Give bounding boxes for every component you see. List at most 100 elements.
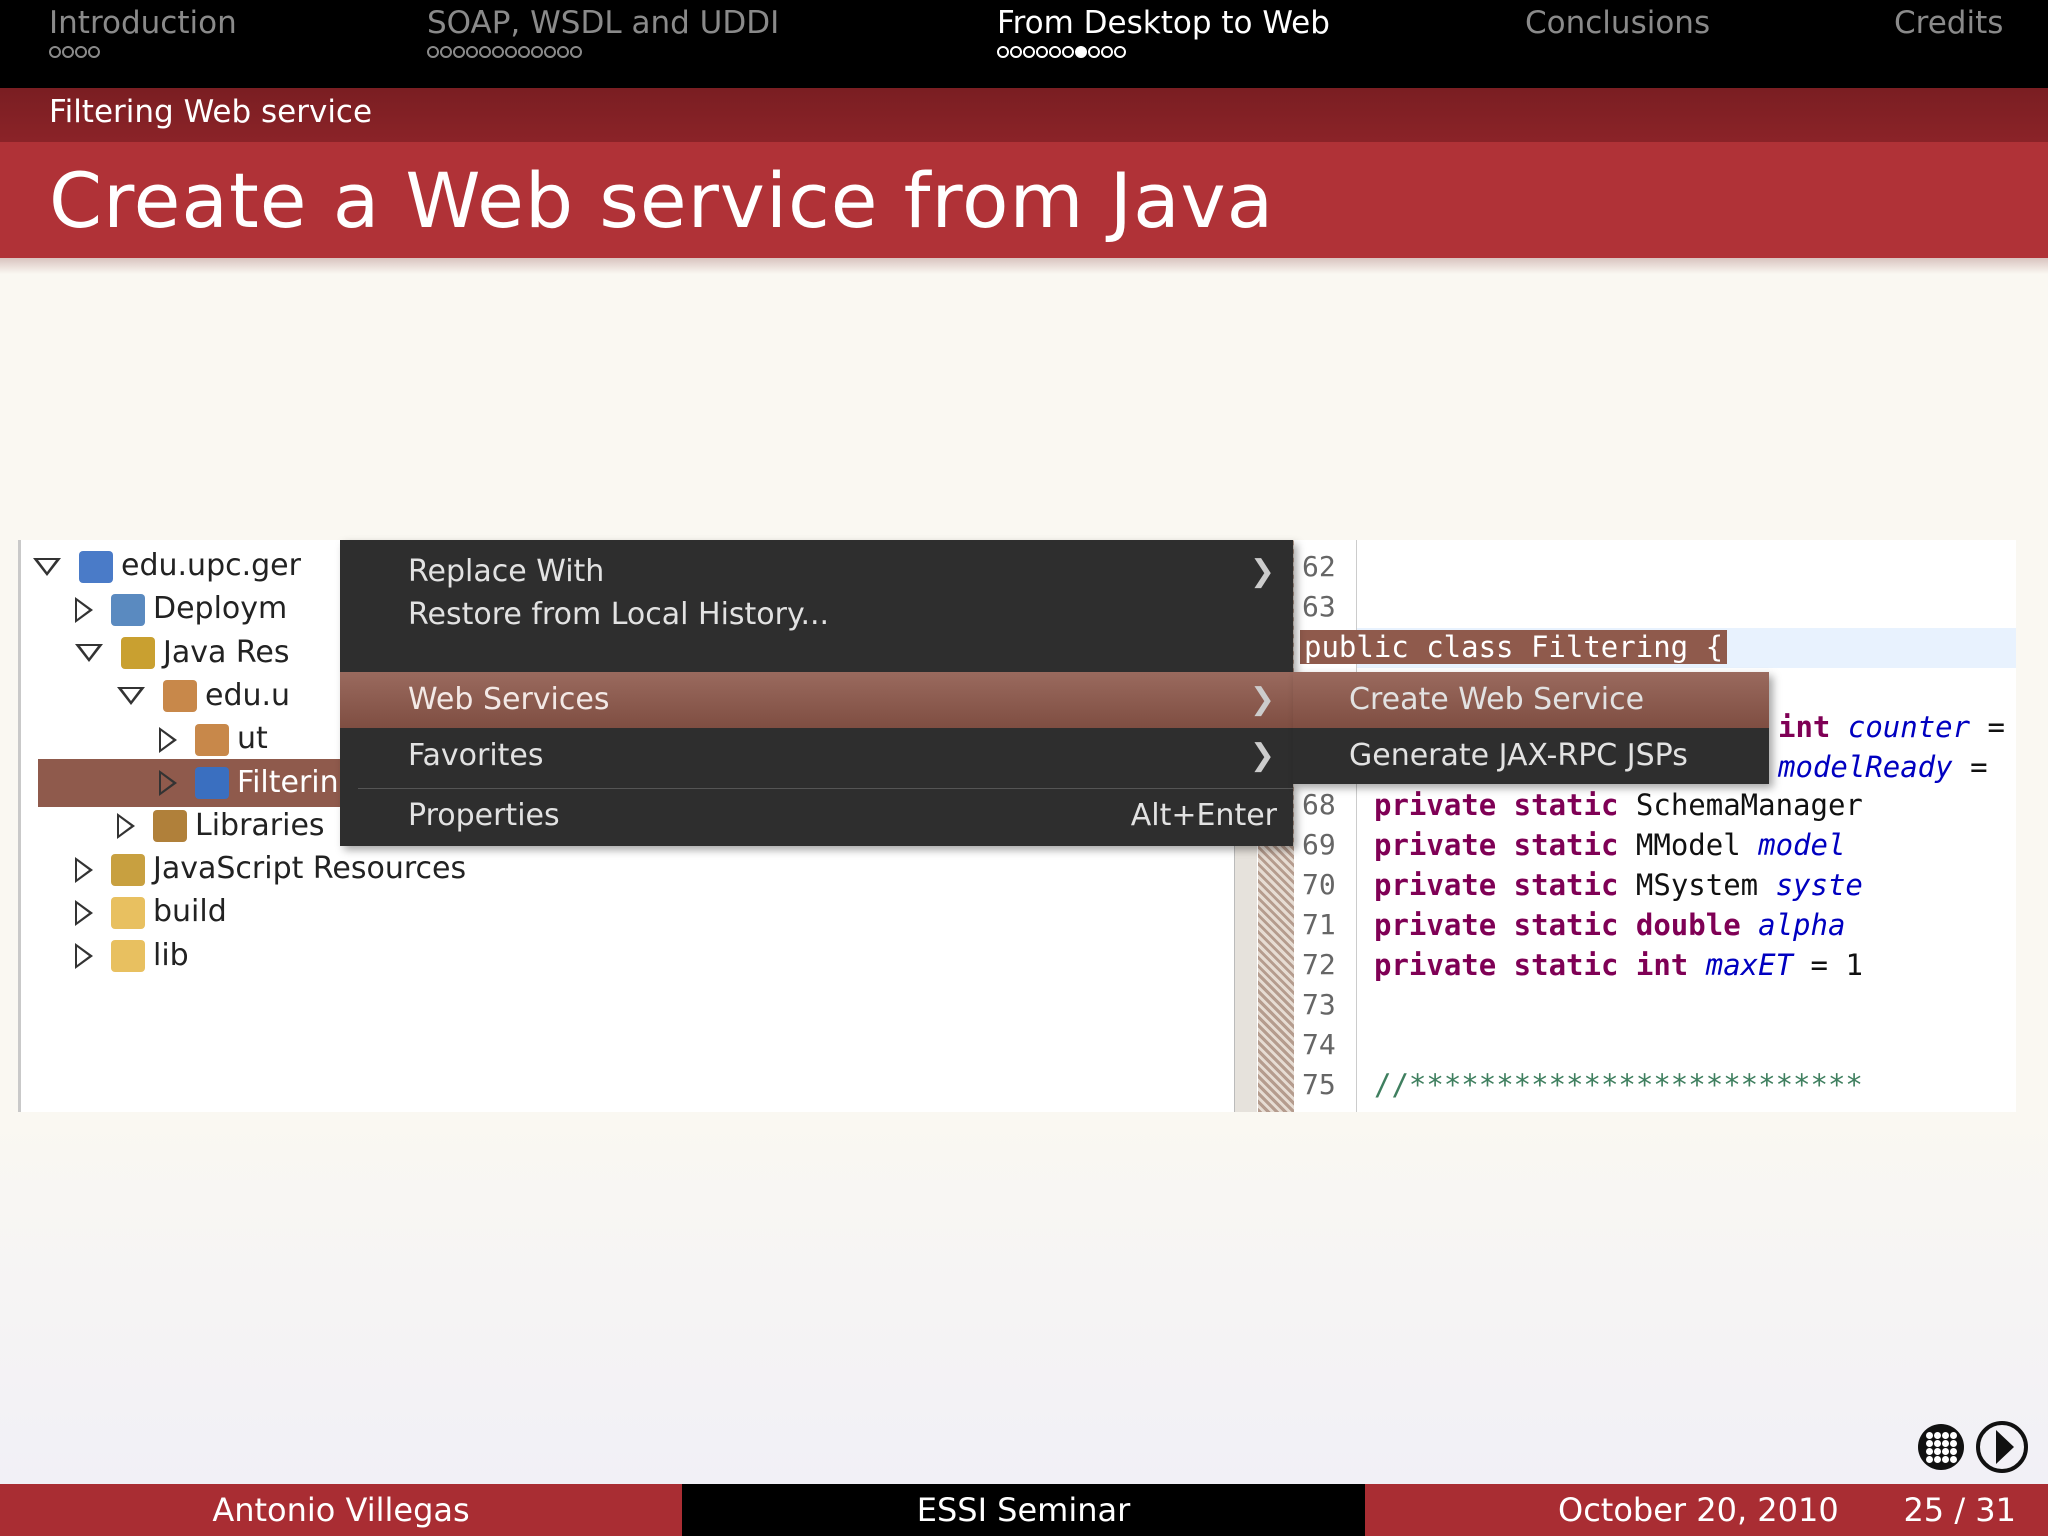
progress-dot[interactable] (1114, 46, 1126, 58)
tree-row[interactable]: JavaScript Resources (75, 845, 466, 893)
progress-dot[interactable] (492, 46, 504, 58)
logo-dot (1950, 1432, 1957, 1439)
libraries-icon (153, 810, 187, 843)
code-field-name: syste (1775, 868, 1863, 902)
nav-section-desktop-to-web[interactable]: From Desktop to Web (997, 4, 1330, 66)
menu-item-label: Favorites (408, 738, 544, 773)
progress-dot[interactable] (1023, 46, 1035, 58)
tree-row[interactable]: edu.upc.ger (33, 542, 301, 590)
tree-row[interactable]: Java Res (75, 629, 290, 677)
expanded-triangle-icon[interactable] (75, 644, 103, 663)
progress-dot[interactable] (453, 46, 465, 58)
logo-dot (1926, 1432, 1933, 1439)
progress-dot[interactable] (1049, 46, 1061, 58)
tree-row[interactable]: Libraries (117, 802, 325, 850)
tree-row-label: Libraries (195, 807, 325, 843)
progress-dot[interactable] (531, 46, 543, 58)
menu-item-web-services[interactable]: Web Services ❯ (340, 672, 1293, 728)
folder-icon (111, 940, 145, 973)
code-type: MSystem (1635, 868, 1759, 902)
footer-event: ESSI Seminar (682, 1484, 1365, 1536)
subsection-bar: Filtering Web service (0, 88, 2048, 142)
tree-row[interactable]: edu.u (117, 672, 290, 720)
collapsed-triangle-icon[interactable] (159, 770, 177, 796)
logo-dot (1942, 1448, 1949, 1455)
expanded-triangle-icon[interactable] (117, 687, 145, 706)
expanded-triangle-icon[interactable] (33, 557, 61, 576)
progress-dot[interactable] (466, 46, 478, 58)
progress-dot[interactable] (62, 46, 74, 58)
tree-scrollbar[interactable] (1234, 840, 1257, 1112)
nav-section-credits[interactable]: Credits (1894, 4, 2003, 42)
java-editor[interactable]: 62 63 64 68 69 70 71 72 73 74 75 public … (1294, 540, 2016, 1112)
nav-section-label: From Desktop to Web (997, 5, 1330, 41)
collapsed-triangle-icon[interactable] (117, 813, 135, 840)
line-number: 70 (1302, 868, 1336, 901)
progress-dot[interactable] (544, 46, 556, 58)
line-number: 71 (1302, 908, 1336, 941)
progress-dot[interactable] (49, 46, 61, 58)
slide-footer: Antonio Villegas ESSI Seminar October 20… (0, 1484, 2048, 1536)
progress-dot[interactable] (997, 46, 1009, 58)
slide-background-fade (0, 1110, 2048, 1486)
menu-item-properties[interactable]: Properties Alt+Enter (340, 788, 1293, 844)
slide-title: Create a Web service from Java (49, 156, 1275, 245)
tree-row[interactable]: ut (159, 715, 268, 763)
tree-row-label: JavaScript Resources (153, 851, 467, 887)
progress-dot[interactable] (440, 46, 452, 58)
code-rest: = 1 (1793, 948, 1863, 982)
collapsed-triangle-icon[interactable] (75, 856, 93, 883)
folder-icon (111, 896, 145, 929)
progress-dot[interactable] (570, 46, 582, 58)
code-line-field: private static MSystem syste (1374, 868, 1863, 902)
menu-item-restore-local-history[interactable]: Restore from Local History... (340, 587, 1293, 643)
tree-row[interactable]: build (75, 888, 227, 936)
progress-dot[interactable] (1010, 46, 1022, 58)
tree-row-label: Java Res (163, 634, 290, 670)
menu-item-favorites[interactable]: Favorites ❯ (340, 728, 1293, 784)
chevron-right-icon: ❯ (1249, 682, 1275, 717)
collapsed-triangle-icon[interactable] (159, 726, 177, 753)
code-field-name: alpha (1758, 908, 1846, 942)
java-resources-icon (121, 637, 155, 670)
progress-dot[interactable] (518, 46, 530, 58)
menu-item-create-web-service[interactable]: Create Web Service (1293, 672, 1769, 728)
code-line-field: private static SchemaManager (1374, 788, 1863, 822)
nav-section-soap-wsdl-uddi[interactable]: SOAP, WSDL and UDDI (427, 4, 779, 66)
tree-row-label: edu.u (205, 677, 291, 713)
title-shadow (0, 258, 2048, 274)
collapsed-triangle-icon[interactable] (75, 899, 93, 926)
progress-dot[interactable] (1088, 46, 1100, 58)
progress-dot[interactable] (427, 46, 439, 58)
line-number: 75 (1302, 1068, 1336, 1101)
doctorate-logo (1976, 1421, 2028, 1473)
progress-dot[interactable] (1062, 46, 1074, 58)
logo-dot (1942, 1432, 1949, 1439)
upc-logo (1918, 1424, 1964, 1470)
logo-dot (1942, 1456, 1949, 1463)
progress-dot[interactable] (557, 46, 569, 58)
code-line-field: private static MModel model (1374, 828, 1845, 862)
progress-dot[interactable] (1101, 46, 1113, 58)
code-rest: = (1970, 710, 2005, 744)
progress-dot[interactable] (505, 46, 517, 58)
logo-dot (1926, 1440, 1933, 1447)
progress-dot[interactable] (75, 46, 87, 58)
menu-item-label: Create Web Service (1349, 682, 1645, 717)
progress-dot[interactable] (88, 46, 100, 58)
nav-section-conclusions[interactable]: Conclusions (1525, 4, 1710, 42)
progress-dot[interactable] (1075, 46, 1087, 58)
nav-progress-dots (997, 46, 1330, 66)
tree-row[interactable]: Deploym (75, 585, 287, 633)
nav-section-introduction[interactable]: Introduction (49, 4, 237, 66)
collapsed-triangle-icon[interactable] (75, 596, 93, 623)
menu-item-generate-jax-rpc-jsps[interactable]: Generate JAX-RPC JSPs (1293, 728, 1769, 784)
code-modifiers: private static int (1374, 948, 1689, 982)
progress-dot[interactable] (479, 46, 491, 58)
subsection-title: Filtering Web service (49, 94, 373, 130)
package-icon (195, 723, 229, 756)
progress-dot[interactable] (1036, 46, 1048, 58)
tree-row[interactable]: lib (75, 932, 189, 980)
collapsed-triangle-icon[interactable] (75, 943, 93, 970)
javascript-resources-icon (111, 853, 145, 886)
